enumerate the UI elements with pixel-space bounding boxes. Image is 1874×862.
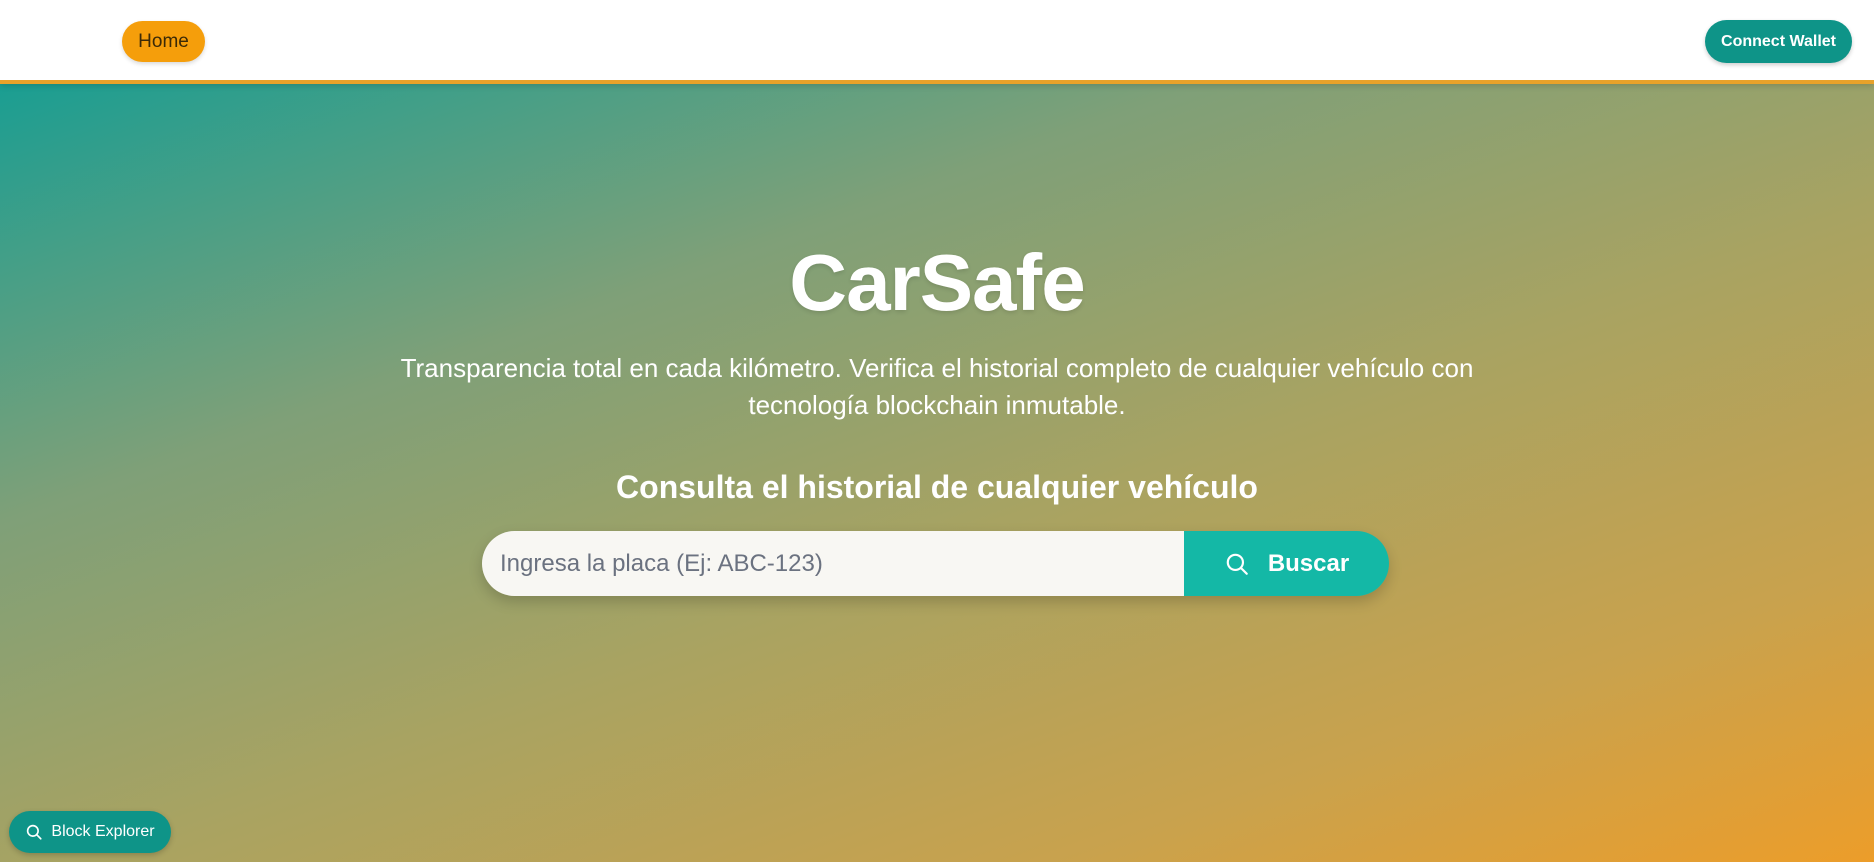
plate-search-input[interactable]	[482, 531, 1184, 596]
search-heading: Consulta el historial de cualquier vehíc…	[616, 469, 1258, 505]
connect-wallet-button[interactable]: Connect Wallet	[1705, 20, 1852, 63]
block-explorer-label: Block Explorer	[51, 823, 155, 840]
block-explorer-button[interactable]: Block Explorer	[9, 811, 171, 853]
search-button-label: Buscar	[1267, 549, 1350, 577]
search-icon	[27, 824, 42, 840]
hero-subtitle: Transparencia total en cada kilómetro. V…	[400, 353, 1474, 420]
home-button[interactable]: Home	[122, 21, 205, 62]
search-icon	[1226, 553, 1248, 575]
plate-search-bar: Buscar	[482, 531, 1389, 596]
page-title: CarSafe	[789, 238, 1085, 327]
search-button[interactable]: Buscar	[1184, 531, 1389, 596]
top-navbar: Home Connect Wallet	[0, 0, 1874, 84]
